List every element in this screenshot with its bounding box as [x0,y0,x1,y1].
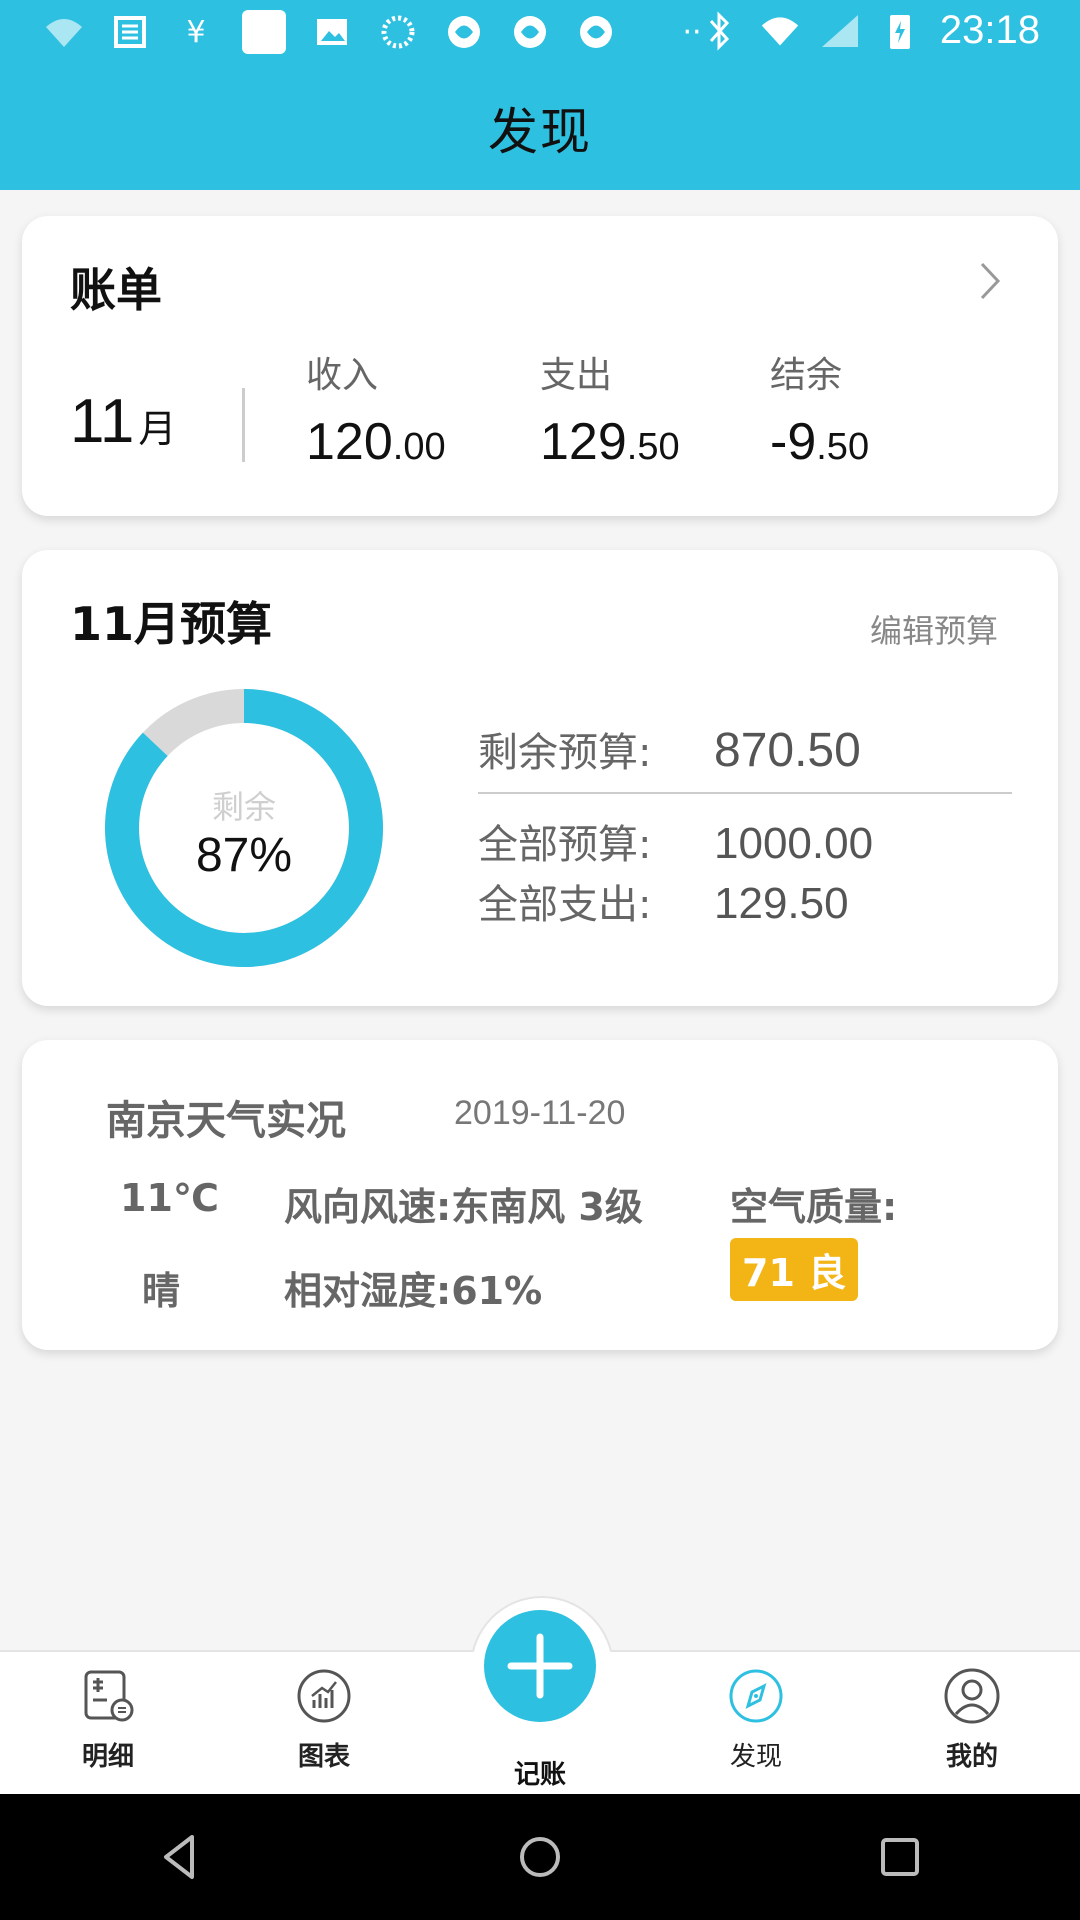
budget-card: 11月预算 编辑预算 剩余 87% 剩余预算: 870.50 全部预算: 1000.… [22,550,1058,1006]
income-dec: .00 [392,426,446,468]
weather-card: 南京天气实况 2019-11-20 11℃ 晴 风向风速:东南风 3级 相对湿度… [22,1040,1058,1350]
air-quality-label: 空气质量: [730,1185,898,1229]
wifi-off-icon [760,11,800,51]
balance-int: -9 [770,413,817,471]
income-value: 120.00 [306,412,446,472]
donut-center: 剩余 87% [104,688,384,968]
divider [242,388,245,462]
nav-item-detail[interactable]: 明细 [48,1666,168,1773]
total-budget-row: 全部预算: 1000.00 [478,812,873,870]
weather-temperature: 11℃ [120,1176,219,1220]
weather-wind: 风向风速:东南风 3级 [284,1185,643,1229]
battery-charging-icon [880,11,920,51]
status-time: 23:18 [939,8,1040,52]
remaining-budget-row: 剩余预算: 870.50 [478,720,861,778]
image-icon [312,12,352,52]
bill-card[interactable]: 账单 11 月 收入 120.00 支出 129.50 结余 -9.50 [22,216,1058,516]
system-nav-bar [0,1794,1080,1920]
detail-list-icon [84,1670,134,1722]
total-spent-row: 全部支出: 129.50 [478,872,849,930]
add-record-button[interactable] [484,1610,596,1722]
weather-title: 南京天气实况 [106,1098,346,1144]
weather-date: 2019-11-20 [454,1094,626,1132]
nav-item-chart[interactable]: 图表 [264,1666,384,1773]
weather-condition: 晴 [142,1269,181,1313]
status-left-icons: ¥ ·· [44,10,712,54]
white-square-icon [242,10,286,54]
nav-label-discover: 发现 [729,1742,782,1772]
status-bar: ¥ ·· 23:18 [0,0,1080,66]
balance-value: -9.50 [770,412,869,472]
signal-icon [820,11,860,51]
balance-column: 结余 -9.50 [770,346,869,472]
nav-item-discover[interactable]: 发现 [696,1666,816,1773]
plus-icon [507,1633,573,1699]
balance-label: 结余 [770,355,843,396]
app-bar: 发现 [0,66,1080,190]
balance-dec: .50 [816,426,870,468]
expense-value: 129.50 [540,412,680,472]
compass-icon [729,1669,783,1723]
income-int: 120 [306,413,393,471]
yen-icon: ¥ [186,14,206,50]
donut-percent: 87% [195,828,293,882]
back-icon[interactable] [152,1829,208,1885]
expense-label: 支出 [540,355,613,396]
remaining-budget-value: 870.50 [714,724,861,777]
remaining-budget-label: 剩余预算: [478,730,652,776]
divider [478,792,1012,794]
weather-humidity: 相对湿度:61% [284,1269,543,1313]
bill-month: 11 月 [70,386,176,457]
expense-column: 支出 129.50 [540,346,680,472]
total-budget-label: 全部预算: [478,822,652,868]
budget-title: 11月预算 [70,597,273,651]
sync-icon [444,12,484,52]
total-budget-value: 1000.00 [714,819,874,868]
home-icon[interactable] [512,1829,568,1885]
air-quality-badge: 71 良 [730,1238,859,1301]
wifi-question-icon [44,12,84,52]
edit-budget-button[interactable]: 编辑预算 [870,606,998,652]
chart-icon [297,1669,351,1723]
income-column: 收入 120.00 [306,346,446,472]
chevron-right-icon[interactable] [970,256,1010,306]
bill-title: 账单 [70,263,162,317]
nav-label-detail: 明细 [81,1742,134,1772]
page-title: 发现 [488,103,592,161]
nav-item-profile[interactable]: 我的 [912,1666,1032,1773]
status-right-icons: 23:18 [700,8,1040,53]
expense-dec: .50 [626,426,680,468]
nav-label-chart: 图表 [297,1742,350,1772]
bill-month-unit: 月 [138,409,177,451]
bill-month-number: 11 [70,387,135,456]
recent-apps-icon[interactable] [872,1829,928,1885]
nav-label-profile: 我的 [945,1742,998,1772]
news-icon [110,12,150,52]
loading-icon [378,12,418,52]
donut-label: 剩余 [211,787,276,826]
income-label: 收入 [306,355,379,396]
profile-icon [944,1668,1000,1724]
expense-int: 129 [540,413,627,471]
bluetooth-icon [700,10,740,51]
sync-icon [576,12,616,52]
sync-icon [510,12,550,52]
nav-label-record: 记账 [513,1760,566,1790]
total-spent-label: 全部支出: [478,882,652,928]
total-spent-value: 129.50 [714,879,849,928]
